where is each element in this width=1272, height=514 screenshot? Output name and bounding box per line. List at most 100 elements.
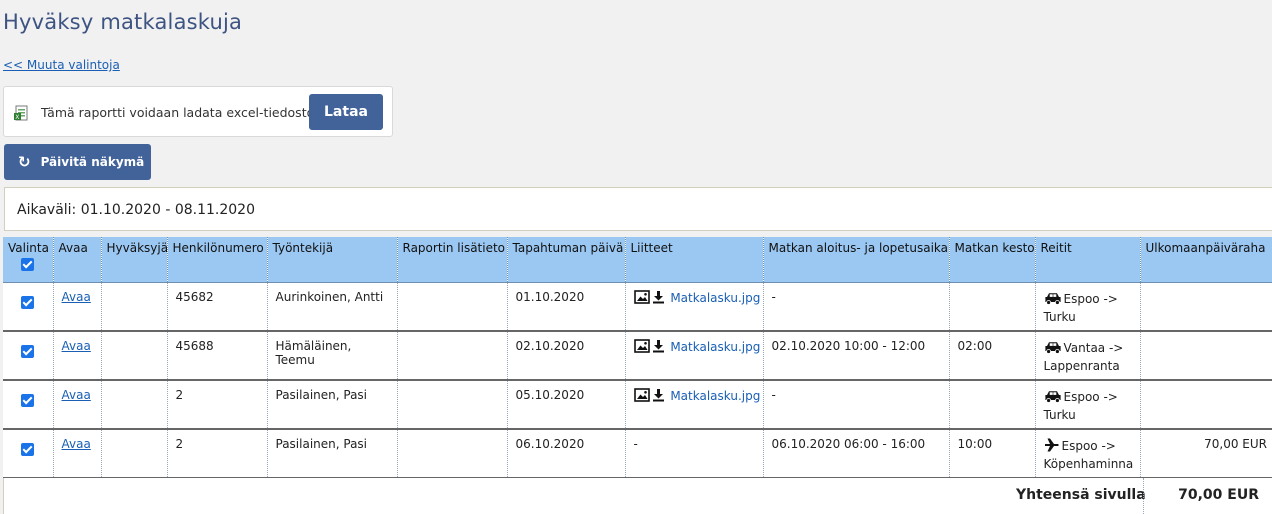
column-header-ulkomaanpaivaraha: Ulkomaanpäiväraha xyxy=(1140,237,1272,283)
column-header-matkan-aika: Matkan aloitus- ja lopetusaika xyxy=(763,237,950,283)
route-cell: Espoo -> Turku xyxy=(1035,380,1141,430)
approver-cell xyxy=(101,429,168,479)
refresh-view-button[interactable]: ↻ Päivitä näkymä xyxy=(4,144,151,180)
open-link[interactable]: Avaa xyxy=(62,290,91,304)
employee-cell: Hämäläinen, Teemu xyxy=(267,331,398,381)
page-title: Hyväksy matkalaskuja xyxy=(3,10,243,34)
route-cell: Espoo -> Köpenhaminna xyxy=(1035,429,1141,479)
route-cell: Espoo -> Turku xyxy=(1035,282,1141,332)
excel-file-icon: X xyxy=(14,105,28,121)
attachment-cell: Matkalasku.jpg xyxy=(625,331,764,381)
excel-download-text: Tämä raportti voidaan ladata excel-tiedo… xyxy=(41,105,330,120)
row-select-cell xyxy=(3,331,54,381)
open-cell: Avaa xyxy=(53,380,102,430)
download-icon[interactable] xyxy=(652,339,665,353)
travel-invoice-table: Valinta Avaa Hyväksyjä Henkilönumero Työ… xyxy=(3,237,1272,479)
period-panel: Aikaväli: 01.10.2020 - 08.11.2020 xyxy=(4,187,1272,231)
info-cell xyxy=(397,331,508,381)
row-select-cell xyxy=(3,282,54,332)
time-cell: 02.10.2020 10:00 - 12:00 xyxy=(763,331,950,381)
column-header-matkan-kesto: Matkan kesto xyxy=(949,237,1036,283)
time-cell: 06.10.2020 06:00 - 16:00 xyxy=(763,429,950,479)
select-all-checkbox[interactable] xyxy=(21,258,35,271)
allowance-cell: 70,00 EUR xyxy=(1140,429,1272,479)
open-link[interactable]: Avaa xyxy=(62,388,91,402)
info-cell xyxy=(397,380,508,430)
person-number-cell: 2 xyxy=(167,429,268,479)
image-icon[interactable] xyxy=(633,339,650,353)
column-header-tapahtuman-paiva: Tapahtuman päivä xyxy=(507,237,626,283)
attachment-cell: - xyxy=(625,429,764,479)
back-link[interactable]: << Muuta valintoja xyxy=(3,58,120,72)
row-checkbox[interactable] xyxy=(21,443,35,456)
employee-cell: Pasilainen, Pasi xyxy=(267,429,398,479)
car-icon xyxy=(1044,292,1061,305)
row-checkbox[interactable] xyxy=(21,345,35,358)
column-header-liitteet: Liitteet xyxy=(625,237,764,283)
column-header-valinta: Valinta xyxy=(3,237,54,283)
excel-download-panel: X Tämä raportti voidaan ladata excel-tie… xyxy=(3,86,393,137)
time-cell: - xyxy=(763,380,950,430)
approver-cell xyxy=(101,380,168,430)
attachment-cell: Matkalasku.jpg xyxy=(625,282,764,332)
date-cell: 02.10.2020 xyxy=(507,331,626,381)
duration-cell: 10:00 xyxy=(949,429,1036,479)
column-header-reitit: Reitit xyxy=(1035,237,1141,283)
date-cell: 01.10.2020 xyxy=(507,282,626,332)
duration-cell xyxy=(949,282,1036,332)
attachment-cell: Matkalasku.jpg xyxy=(625,380,764,430)
table-footer: Yhteensä sivulla 70,00 EUR xyxy=(3,478,1272,514)
person-number-cell: 45682 xyxy=(167,282,268,332)
date-cell: 06.10.2020 xyxy=(507,429,626,479)
attachment-link[interactable]: Matkalasku.jpg xyxy=(670,291,760,305)
open-link[interactable]: Avaa xyxy=(62,437,91,451)
table-row: Avaa 45688 Hämäläinen, Teemu 02.10.2020 … xyxy=(3,331,1272,381)
download-button[interactable]: Lataa xyxy=(309,94,383,130)
row-checkbox[interactable] xyxy=(21,394,35,407)
refresh-icon: ↻ xyxy=(18,153,31,171)
table-row: Avaa 45682 Aurinkoinen, Antti 01.10.2020… xyxy=(3,282,1272,332)
open-cell: Avaa xyxy=(53,331,102,381)
column-header-raportin-lisatieto: Raportin lisätieto xyxy=(397,237,508,283)
table-row: Avaa 2 Pasilainen, Pasi 05.10.2020 Matka… xyxy=(3,380,1272,430)
column-header-tyontekija: Työntekijä xyxy=(267,237,398,283)
car-icon xyxy=(1044,342,1061,354)
allowance-cell xyxy=(1140,380,1272,430)
employee-cell: Pasilainen, Pasi xyxy=(267,380,398,430)
image-icon[interactable] xyxy=(633,289,650,304)
date-cell: 05.10.2020 xyxy=(507,380,626,430)
row-checkbox[interactable] xyxy=(21,295,35,309)
airplane-icon xyxy=(1044,438,1059,452)
refresh-button-label: Päivitä näkymä xyxy=(40,155,145,169)
footer-divider xyxy=(1143,478,1144,514)
allowance-cell xyxy=(1140,331,1272,381)
period-text: Aikaväli: 01.10.2020 - 08.11.2020 xyxy=(17,202,255,218)
page-total-label: Yhteensä sivulla xyxy=(1016,487,1146,503)
svg-text:X: X xyxy=(15,114,19,121)
image-icon[interactable] xyxy=(633,388,650,402)
attachment-link[interactable]: Matkalasku.jpg xyxy=(670,389,760,403)
row-select-cell xyxy=(3,380,54,430)
employee-cell: Aurinkoinen, Antti xyxy=(267,282,398,332)
person-number-cell: 2 xyxy=(167,380,268,430)
approver-cell xyxy=(101,331,168,381)
open-link[interactable]: Avaa xyxy=(62,339,91,353)
page-total-value: 70,00 EUR xyxy=(1178,487,1259,503)
table-header-row: Valinta Avaa Hyväksyjä Henkilönumero Työ… xyxy=(3,237,1272,283)
attachment-link[interactable]: Matkalasku.jpg xyxy=(670,340,760,354)
row-select-cell xyxy=(3,429,54,479)
time-cell: - xyxy=(763,282,950,332)
allowance-cell xyxy=(1140,282,1272,332)
info-cell xyxy=(397,429,508,479)
table-row: Avaa 2 Pasilainen, Pasi 06.10.2020 - 06.… xyxy=(3,429,1272,479)
download-icon[interactable] xyxy=(652,290,665,304)
car-icon xyxy=(1044,391,1061,403)
column-header-avaa: Avaa xyxy=(53,237,102,283)
route-cell: Vantaa -> Lappenranta xyxy=(1035,331,1141,381)
duration-cell xyxy=(949,380,1036,430)
column-header-henkilonumero: Henkilönumero xyxy=(167,237,268,283)
person-number-cell: 45688 xyxy=(167,331,268,381)
download-icon[interactable] xyxy=(652,388,665,402)
info-cell xyxy=(397,282,508,332)
open-cell: Avaa xyxy=(53,429,102,479)
